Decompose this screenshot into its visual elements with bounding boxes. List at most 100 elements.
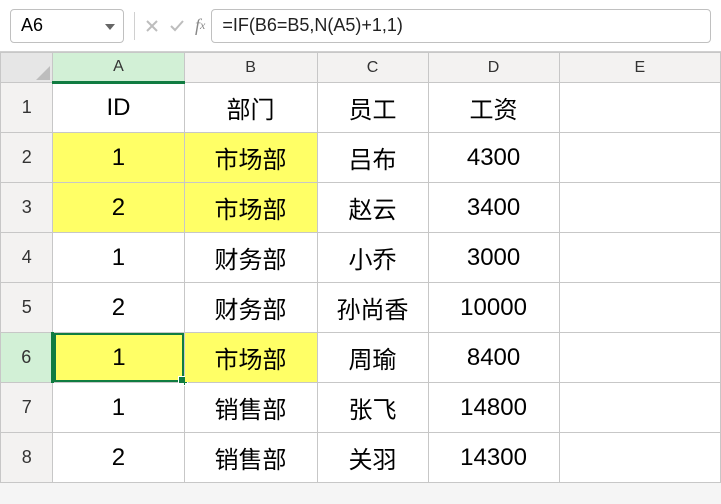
cell-value: 3400 — [429, 194, 559, 222]
cell-D8[interactable]: 14300 — [428, 433, 559, 483]
cell-value: 1 — [54, 344, 183, 372]
cell-value: 孙尚香 — [318, 290, 428, 325]
table-row: 52财务部孙尚香10000 — [1, 283, 721, 333]
cell-B3[interactable]: 市场部 — [184, 183, 317, 233]
row-header-7[interactable]: 7 — [1, 383, 53, 433]
col-header-E[interactable]: E — [559, 53, 720, 83]
cell-value: 2 — [53, 294, 183, 322]
cell-C3[interactable]: 赵云 — [317, 183, 428, 233]
cell-A8[interactable]: 2 — [53, 433, 184, 483]
cell-A6[interactable]: 1 — [53, 333, 184, 383]
cell-A7[interactable]: 1 — [53, 383, 184, 433]
grid-table: A B C D E 1ID部门员工工资21市场部吕布430032市场部赵云340… — [0, 52, 721, 483]
cell-A3[interactable]: 2 — [53, 183, 184, 233]
cell-E6[interactable] — [559, 333, 720, 383]
row-header-8[interactable]: 8 — [1, 433, 53, 483]
cell-B2[interactable]: 市场部 — [184, 133, 317, 183]
cell-A1[interactable]: ID — [53, 83, 184, 133]
cell-C7[interactable]: 张飞 — [317, 383, 428, 433]
formula-input[interactable] — [211, 9, 711, 43]
confirm-icon[interactable] — [169, 19, 185, 33]
cell-value: 8400 — [429, 344, 559, 372]
cell-value: 1 — [53, 244, 183, 272]
cell-E7[interactable] — [559, 383, 720, 433]
table-row: 1ID部门员工工资 — [1, 83, 721, 133]
col-header-D[interactable]: D — [428, 53, 559, 83]
table-row: 82销售部关羽14300 — [1, 433, 721, 483]
cell-value: 1 — [53, 394, 183, 422]
fx-icon[interactable]: fx — [195, 15, 205, 36]
chevron-down-icon[interactable] — [101, 19, 123, 33]
cell-D7[interactable]: 14800 — [428, 383, 559, 433]
cell-C6[interactable]: 周瑜 — [317, 333, 428, 383]
cell-value: 赵云 — [318, 190, 428, 225]
cell-D4[interactable]: 3000 — [428, 233, 559, 283]
cell-value: 周瑜 — [318, 340, 428, 375]
cell-E4[interactable] — [559, 233, 720, 283]
cell-value: 财务部 — [185, 290, 317, 325]
cell-value: 14300 — [429, 444, 559, 472]
cell-value: 财务部 — [185, 240, 317, 275]
cell-B4[interactable]: 财务部 — [184, 233, 317, 283]
separator — [134, 12, 135, 40]
cell-D3[interactable]: 3400 — [428, 183, 559, 233]
cell-B5[interactable]: 财务部 — [184, 283, 317, 333]
cell-D2[interactable]: 4300 — [428, 133, 559, 183]
cell-C2[interactable]: 吕布 — [317, 133, 428, 183]
name-box[interactable] — [11, 11, 101, 40]
cell-E8[interactable] — [559, 433, 720, 483]
cell-B8[interactable]: 销售部 — [184, 433, 317, 483]
table-row: 71销售部张飞14800 — [1, 383, 721, 433]
cell-E1[interactable] — [559, 83, 720, 133]
table-row: 61市场部周瑜8400 — [1, 333, 721, 383]
cell-value: 张飞 — [318, 390, 428, 425]
cell-value: 关羽 — [318, 440, 428, 475]
cell-value: 市场部 — [185, 190, 317, 225]
row-header-4[interactable]: 4 — [1, 233, 53, 283]
row-header-3[interactable]: 3 — [1, 183, 53, 233]
cell-D1[interactable]: 工资 — [428, 83, 559, 133]
cell-E3[interactable] — [559, 183, 720, 233]
col-header-B[interactable]: B — [184, 53, 317, 83]
row-header-5[interactable]: 5 — [1, 283, 53, 333]
cell-E5[interactable] — [559, 283, 720, 333]
cell-A2[interactable]: 1 — [53, 133, 184, 183]
cell-A5[interactable]: 2 — [53, 283, 184, 333]
cell-E2[interactable] — [559, 133, 720, 183]
col-header-A[interactable]: A — [53, 53, 184, 83]
cell-value: ID — [53, 94, 183, 122]
table-row: 41财务部小乔3000 — [1, 233, 721, 283]
select-all-corner[interactable] — [1, 53, 53, 83]
cell-value: 市场部 — [185, 140, 317, 175]
cell-value: 小乔 — [318, 240, 428, 275]
cell-B6[interactable]: 市场部 — [184, 333, 317, 383]
row-header-6[interactable]: 6 — [1, 333, 53, 383]
cell-C8[interactable]: 关羽 — [317, 433, 428, 483]
row-header-1[interactable]: 1 — [1, 83, 53, 133]
row-header-2[interactable]: 2 — [1, 133, 53, 183]
formula-bar-row: fx — [0, 0, 721, 52]
cell-C5[interactable]: 孙尚香 — [317, 283, 428, 333]
col-header-C[interactable]: C — [317, 53, 428, 83]
cell-C4[interactable]: 小乔 — [317, 233, 428, 283]
cell-C1[interactable]: 员工 — [317, 83, 428, 133]
cell-value: 员工 — [318, 90, 428, 125]
cancel-icon[interactable] — [145, 19, 159, 33]
cell-B7[interactable]: 销售部 — [184, 383, 317, 433]
cell-B1[interactable]: 部门 — [184, 83, 317, 133]
name-box-container — [10, 9, 124, 43]
table-row: 32市场部赵云3400 — [1, 183, 721, 233]
table-row: 21市场部吕布4300 — [1, 133, 721, 183]
cell-value: 销售部 — [185, 440, 317, 475]
cell-value: 吕布 — [318, 140, 428, 175]
spreadsheet-grid: A B C D E 1ID部门员工工资21市场部吕布430032市场部赵云340… — [0, 52, 721, 483]
cell-D5[interactable]: 10000 — [428, 283, 559, 333]
cell-D6[interactable]: 8400 — [428, 333, 559, 383]
cell-A4[interactable]: 1 — [53, 233, 184, 283]
cell-value: 3000 — [429, 244, 559, 272]
cell-value: 1 — [53, 144, 183, 172]
cell-value: 2 — [53, 194, 183, 222]
cell-value: 14800 — [429, 394, 559, 422]
cell-value: 销售部 — [185, 390, 317, 425]
cell-value: 部门 — [185, 90, 317, 125]
